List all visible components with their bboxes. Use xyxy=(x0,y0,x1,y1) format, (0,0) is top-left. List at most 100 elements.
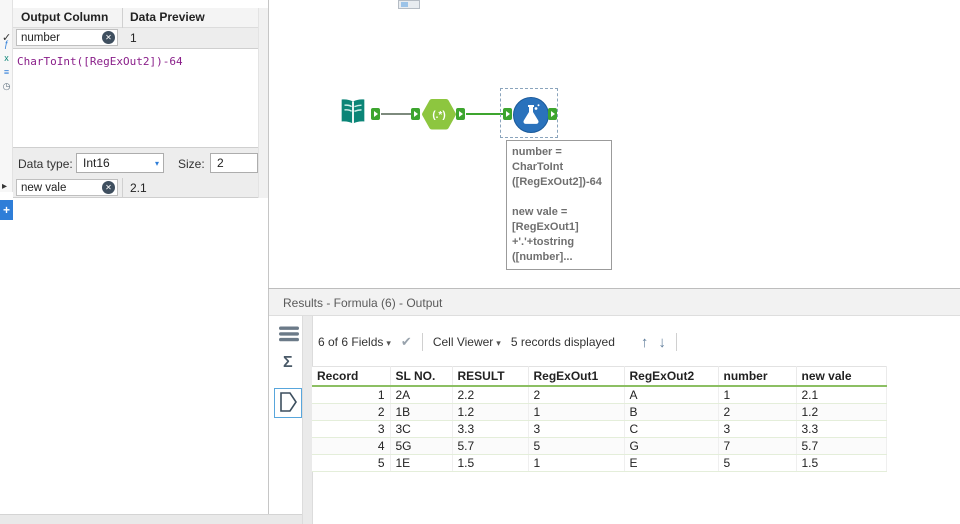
cell[interactable]: 2.1 xyxy=(796,386,887,404)
cell[interactable]: 1.2 xyxy=(452,403,529,421)
arrow-down-icon[interactable]: ↓ xyxy=(658,334,666,351)
data-type-dropdown[interactable]: Int16 ▾ xyxy=(76,153,164,173)
columns-icon[interactable]: x xyxy=(1,52,12,64)
output-column-input[interactable]: new vale ✕ xyxy=(16,179,118,196)
results-toolbar: 6 of 6 Fields ▾ ✔ Cell Viewer ▾ 5 records … xyxy=(318,330,677,354)
table-view-icon[interactable] xyxy=(279,326,299,345)
col-header-record[interactable]: Record xyxy=(312,366,391,387)
cell[interactable]: 3.3 xyxy=(452,420,529,438)
output-anchor[interactable] xyxy=(456,108,465,120)
cell[interactable]: 2A xyxy=(390,386,453,404)
table-header-row: Record SL NO. RESULT RegExOut1 RegExOut2… xyxy=(312,366,887,387)
add-expression-button[interactable]: + xyxy=(0,200,13,220)
annotation-line: new vale = xyxy=(512,206,568,218)
alteryx-designer-window: ƒ x ≡ ◷ Output Column Data Preview ✓ num… xyxy=(0,0,960,524)
cell[interactable]: 5.7 xyxy=(796,437,887,455)
recent-icon[interactable]: ◷ xyxy=(1,80,12,92)
cell-viewer-dropdown[interactable]: Cell Viewer ▾ xyxy=(433,335,501,349)
connection-line-active[interactable] xyxy=(466,113,503,115)
cell[interactable]: 7 xyxy=(718,437,797,455)
metadata-view-icon[interactable]: Σ xyxy=(283,354,293,372)
table-row[interactable]: 2 1B 1.2 1 B 2 1.2 xyxy=(312,403,887,421)
connection-line[interactable] xyxy=(381,113,414,115)
cell[interactable]: 1E xyxy=(390,454,453,472)
text-input-tool[interactable] xyxy=(336,96,370,133)
cell-viewer-label: Cell Viewer xyxy=(432,335,494,349)
results-title: Results - Formula (6) - Output xyxy=(283,296,443,310)
records-displayed-label: 5 records displayed xyxy=(510,335,615,349)
size-value: 2 xyxy=(217,156,224,170)
cell[interactable]: 3C xyxy=(390,420,453,438)
apply-check-icon[interactable]: ✔ xyxy=(401,334,412,350)
fields-dropdown[interactable]: 6 of 6 Fields ▾ xyxy=(318,335,391,349)
col-header-slno[interactable]: SL NO. xyxy=(390,366,453,387)
cell[interactable]: E xyxy=(624,454,719,472)
formula-tool[interactable] xyxy=(512,96,550,137)
col-header-newvale[interactable]: new vale xyxy=(796,366,887,387)
col-header-number[interactable]: number xyxy=(718,366,797,387)
remove-column-icon[interactable]: ✕ xyxy=(102,181,115,194)
cell[interactable]: 1 xyxy=(718,386,797,404)
cell[interactable]: 3 xyxy=(312,420,391,438)
fields-dropdown-label: 6 of 6 Fields xyxy=(318,335,384,349)
annotation-line: ([number]... xyxy=(512,251,573,263)
cell[interactable]: B xyxy=(624,403,719,421)
cell[interactable]: 2.2 xyxy=(452,386,529,404)
cell[interactable]: 5.7 xyxy=(452,437,529,455)
regex-icon: (.*) xyxy=(421,99,457,133)
cell[interactable]: 1 xyxy=(528,454,625,472)
output-anchor[interactable] xyxy=(548,108,557,120)
input-anchor[interactable] xyxy=(503,108,512,120)
cell[interactable]: 3 xyxy=(718,420,797,438)
tag-icon xyxy=(278,391,298,416)
cell[interactable]: 1 xyxy=(312,386,391,404)
cell[interactable]: 1B xyxy=(390,403,453,421)
cell[interactable]: G xyxy=(624,437,719,455)
data-type-value: Int16 xyxy=(83,156,110,170)
cell[interactable]: 2 xyxy=(718,403,797,421)
input-anchor[interactable] xyxy=(411,108,420,120)
canvas-top-fragment xyxy=(398,0,420,9)
expression-row-new-vale[interactable]: new vale ✕ 2.1 xyxy=(13,178,258,198)
table-row[interactable]: 1 2A 2.2 2 A 1 2.1 xyxy=(312,386,887,404)
size-label: Size: xyxy=(178,157,205,171)
output-column-input[interactable]: number ✕ xyxy=(16,29,118,46)
table-row[interactable]: 5 1E 1.5 1 E 5 1.5 xyxy=(312,454,887,472)
cell[interactable]: 5 xyxy=(312,454,391,472)
col-header-regexout1[interactable]: RegExOut1 xyxy=(528,366,625,387)
size-input[interactable]: 2 xyxy=(210,153,258,173)
annotation-line: CharToInt xyxy=(512,161,564,173)
row-marker-icon: ▸ xyxy=(2,181,8,192)
cell[interactable]: 5 xyxy=(718,454,797,472)
table-row[interactable]: 4 5G 5.7 5 G 7 5.7 xyxy=(312,437,887,455)
panel-divider[interactable] xyxy=(268,0,269,524)
cell[interactable]: 3.3 xyxy=(796,420,887,438)
cell[interactable]: 3 xyxy=(528,420,625,438)
profile-view-icon-selected[interactable] xyxy=(274,388,302,418)
expression-editor[interactable]: CharToInt([RegExOut2])-64 xyxy=(13,48,258,148)
regex-tool[interactable]: (.*) xyxy=(421,98,457,133)
cell[interactable]: A xyxy=(624,386,719,404)
constants-icon[interactable]: ≡ xyxy=(1,66,12,78)
toolbar-separator xyxy=(675,333,677,351)
output-anchor[interactable] xyxy=(371,108,380,120)
output-column-name: number xyxy=(21,31,60,44)
cell[interactable]: 1 xyxy=(528,403,625,421)
cell[interactable]: 2 xyxy=(528,386,625,404)
results-table: Record SL NO. RESULT RegExOut1 RegExOut2… xyxy=(312,366,887,472)
cell[interactable]: 1.5 xyxy=(452,454,529,472)
expression-row-number[interactable]: number ✕ 1 xyxy=(13,28,258,48)
table-row[interactable]: 3 3C 3.3 3 C 3 3.3 xyxy=(312,420,887,438)
config-scrollbar[interactable] xyxy=(258,8,268,198)
cell[interactable]: 5G xyxy=(390,437,453,455)
cell[interactable]: 1.5 xyxy=(796,454,887,472)
cell[interactable]: 4 xyxy=(312,437,391,455)
cell[interactable]: C xyxy=(624,420,719,438)
cell[interactable]: 1.2 xyxy=(796,403,887,421)
arrow-up-icon[interactable]: ↑ xyxy=(641,334,649,351)
col-header-result[interactable]: RESULT xyxy=(452,366,529,387)
cell[interactable]: 5 xyxy=(528,437,625,455)
cell[interactable]: 2 xyxy=(312,403,391,421)
remove-column-icon[interactable]: ✕ xyxy=(102,31,115,44)
col-header-regexout2[interactable]: RegExOut2 xyxy=(624,366,719,387)
